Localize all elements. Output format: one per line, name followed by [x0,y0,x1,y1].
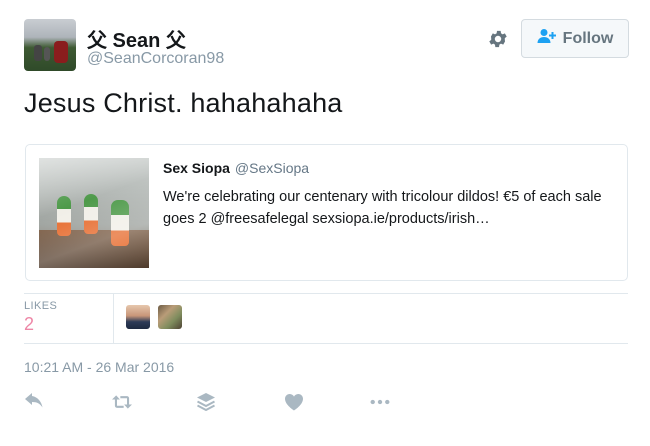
layers-icon[interactable] [195,393,217,411]
gear-icon[interactable] [487,28,509,50]
user-avatar[interactable] [24,19,76,71]
heart-icon[interactable] [283,393,305,411]
quoted-tweet-image[interactable] [39,158,149,268]
reply-icon[interactable] [23,393,45,411]
likes-count[interactable]: 2 [24,314,34,335]
quoted-tweet-card[interactable]: Sex Siopa @SexSiopa We're celebrating ou… [25,144,628,281]
liker-avatar[interactable] [126,305,150,329]
quoted-author-handle[interactable]: @SexSiopa [235,160,309,176]
quoted-tweet-header[interactable]: Sex Siopa @SexSiopa [163,160,309,176]
tweet-timestamp[interactable]: 10:21 AM - 26 Mar 2016 [24,359,174,375]
stats-bottom-divider [24,343,628,344]
more-icon[interactable] [369,393,391,411]
likes-label: LIKES [24,300,58,312]
display-name[interactable]: 父 Sean 父 [87,24,186,53]
user-name-row[interactable]: 父 Sean 父 [87,24,186,53]
quoted-author-name[interactable]: Sex Siopa [163,160,230,176]
stats-vertical-divider [113,293,114,344]
liker-avatar[interactable] [158,305,182,329]
retweet-icon[interactable] [111,393,133,411]
stats-top-divider [24,293,628,294]
quoted-tweet-text: We're celebrating our centenary with tri… [163,189,602,227]
follow-person-icon [537,28,557,49]
tweet-text: Jesus Christ. hahahahaha [24,88,343,118]
follow-button-label: Follow [562,29,614,47]
user-handle[interactable]: @SeanCorcoran98 [87,50,224,68]
follow-button[interactable]: Follow [521,19,629,58]
